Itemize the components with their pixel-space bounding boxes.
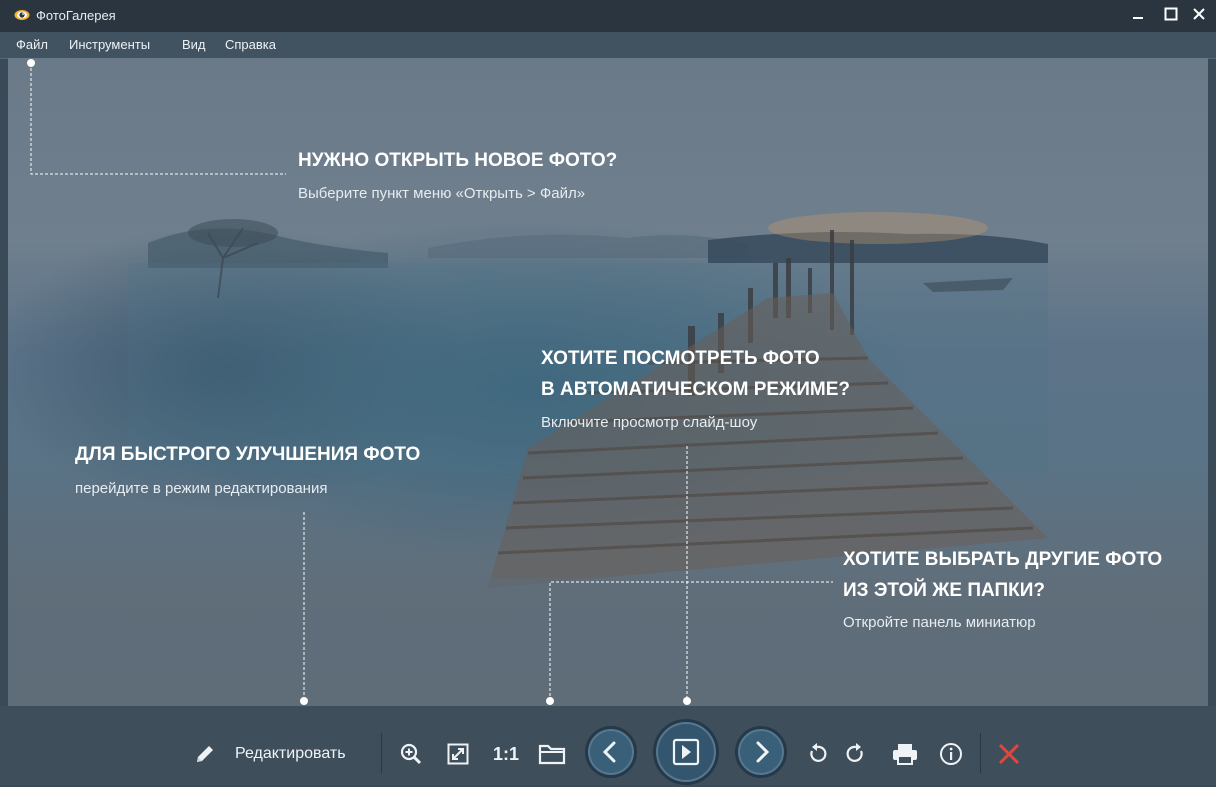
rotate-left-button[interactable] — [803, 739, 831, 769]
toolbar-divider — [980, 733, 981, 773]
rotate-right-icon — [846, 743, 863, 762]
eye-logo-icon — [14, 10, 30, 20]
previous-photo-button[interactable] — [585, 726, 637, 778]
close-window-button[interactable] — [1186, 2, 1212, 26]
close-viewer-button[interactable] — [994, 739, 1024, 769]
close-window-icon — [1193, 8, 1205, 20]
actual-size-button[interactable]: 1:1 — [488, 739, 524, 769]
window-title: ФотоГалерея — [36, 8, 116, 23]
hint-folder-title: ХОТИТЕ ВЫБРАТЬ ДРУГИЕ ФОТО ИЗ ЭТОЙ ЖЕ ПА… — [843, 549, 1163, 601]
edit-button[interactable]: Редактировать — [193, 736, 369, 772]
next-photo-button[interactable] — [735, 726, 787, 778]
hint-slideshow-title: ХОТИТЕ ПОСМОТРЕТЬ ФОТО В АВТОМАТИЧЕСКОМ … — [541, 348, 851, 400]
menu-bar: Файл Инструменты Вид Справка — [0, 32, 1216, 59]
play-icon — [672, 738, 700, 766]
hint-open-title: НУЖНО ОТКРЫТЬ НОВОЕ ФОТО? — [298, 150, 618, 171]
toolbar-divider — [381, 733, 382, 773]
rotate-left-icon — [810, 743, 827, 762]
maximize-button[interactable] — [1158, 2, 1184, 26]
hint-open-subtitle: Выберите пункт меню «Открыть > Файл» — [298, 185, 586, 202]
menu-file[interactable]: Файл — [16, 37, 48, 52]
print-icon — [893, 744, 917, 765]
minimize-button[interactable] — [1125, 2, 1151, 26]
maximize-icon — [1164, 7, 1178, 21]
zoom-in-icon — [400, 743, 422, 765]
slideshow-play-button[interactable] — [653, 719, 719, 785]
pencil-icon — [197, 746, 213, 762]
info-icon — [940, 743, 962, 765]
menu-help[interactable]: Справка — [225, 37, 276, 52]
hint-enhance-subtitle: перейдите в режим редактирования — [75, 480, 328, 497]
hint-folder-subtitle: Откройте панель миниатюр — [843, 614, 1036, 631]
folder-icon — [538, 744, 566, 765]
print-button[interactable] — [889, 739, 921, 769]
bottom-toolbar: Редактировать 1:1 — [0, 706, 1216, 785]
hint-enhance-title: ДЛЯ БЫСТРОГО УЛУЧШЕНИЯ ФОТО — [75, 444, 421, 465]
fit-screen-icon — [447, 743, 469, 765]
fit-screen-button[interactable] — [443, 739, 473, 769]
menu-tools[interactable]: Инструменты — [69, 37, 150, 52]
menu-view[interactable]: Вид — [182, 37, 206, 52]
chevron-right-icon — [756, 741, 770, 763]
open-folder-button[interactable] — [535, 739, 569, 769]
title-bar: ФотоГалерея — [0, 0, 1216, 32]
chevron-left-icon — [602, 741, 616, 763]
info-button[interactable] — [936, 739, 966, 769]
edit-button-label: Редактировать — [235, 745, 346, 762]
zoom-in-button[interactable] — [396, 739, 426, 769]
minimize-icon — [1133, 17, 1143, 19]
rotate-right-button[interactable] — [842, 739, 870, 769]
close-icon — [998, 743, 1020, 765]
hint-slideshow-subtitle: Включите просмотр слайд-шоу — [541, 414, 758, 431]
